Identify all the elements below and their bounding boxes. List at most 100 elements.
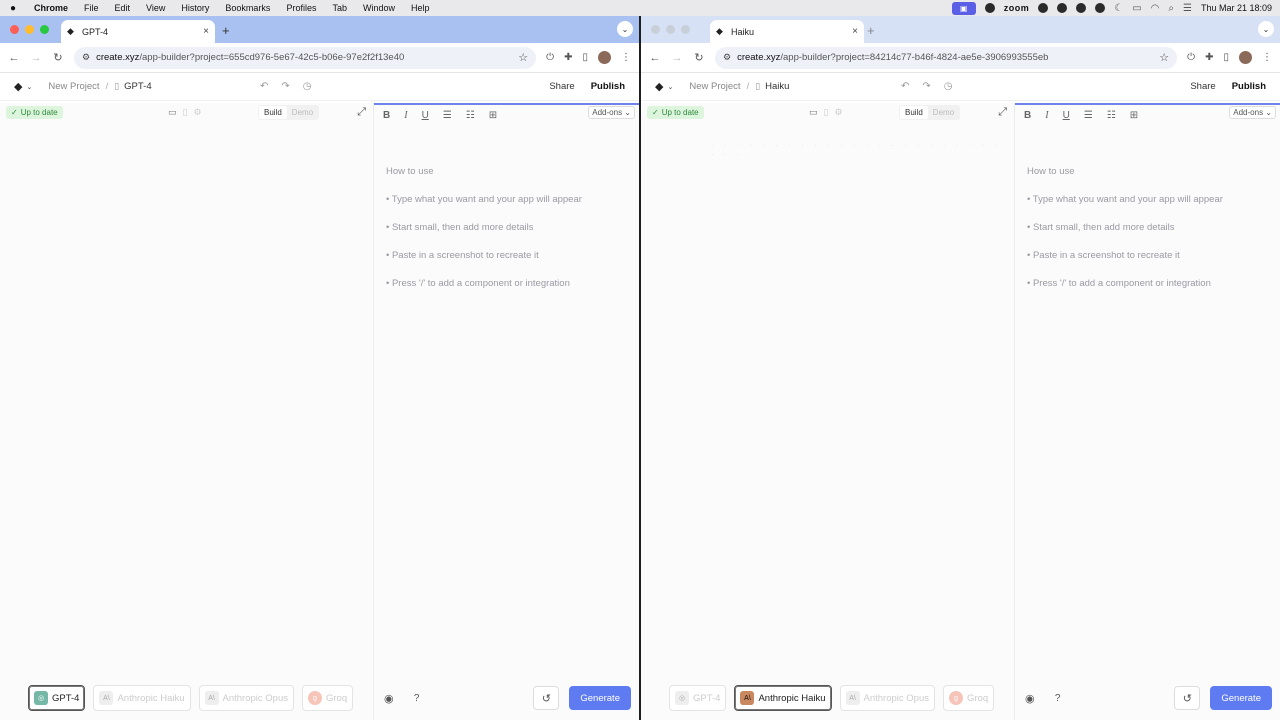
mobile-icon[interactable]: ▯ xyxy=(183,107,188,118)
status-icon-2[interactable] xyxy=(1057,3,1068,13)
addons-dropdown[interactable]: Add-ons ⌄ xyxy=(1229,106,1276,119)
browser-menu-icon[interactable]: ⋮ xyxy=(1262,52,1272,63)
discord-icon[interactable]: ◉ xyxy=(1025,692,1035,705)
model-haiku-button[interactable]: A\ Anthropic Haiku xyxy=(93,685,191,711)
history-icon[interactable]: ◷ xyxy=(944,81,953,92)
create-logo-icon[interactable]: ◆ xyxy=(655,80,663,93)
moon-icon[interactable]: ☾ xyxy=(1114,3,1123,14)
settings-icon[interactable]: ⚙ xyxy=(834,107,842,118)
tab-search-icon[interactable]: ⌄ xyxy=(1258,21,1274,37)
model-groq-button[interactable]: g Groq xyxy=(302,685,354,711)
undo-icon[interactable]: ↶ xyxy=(260,81,268,92)
browser-tab[interactable]: ◆ Haiku × xyxy=(710,20,864,43)
power-icon[interactable]: ⏻ xyxy=(1187,52,1195,63)
sidepanel-icon[interactable]: ▯ xyxy=(1223,52,1229,63)
generate-button[interactable]: Generate xyxy=(1210,686,1272,710)
undo-icon[interactable]: ↶ xyxy=(901,81,909,92)
build-tab[interactable]: Build xyxy=(259,106,287,119)
site-info-icon[interactable]: ⚙ xyxy=(82,52,90,63)
model-groq-button[interactable]: g Groq xyxy=(943,685,995,711)
maximize-window-button[interactable] xyxy=(681,25,690,34)
sidepanel-icon[interactable]: ▯ xyxy=(582,52,588,63)
new-tab-icon[interactable]: + xyxy=(867,23,875,38)
control-center-icon[interactable]: ☰ xyxy=(1183,3,1192,14)
model-gpt4-button[interactable]: ◎ GPT-4 xyxy=(28,685,86,711)
help-icon[interactable]: ? xyxy=(410,691,424,705)
tab-search-icon[interactable]: ⌄ xyxy=(617,21,633,37)
numbered-list-icon[interactable]: ☷ xyxy=(466,110,475,121)
add-image-icon[interactable]: ⊞ xyxy=(489,110,497,121)
menu-history[interactable]: History xyxy=(173,3,217,13)
share-button[interactable]: Share xyxy=(549,81,574,92)
record-icon[interactable] xyxy=(1038,3,1049,13)
revert-button[interactable]: ↺ xyxy=(533,686,560,710)
close-window-button[interactable] xyxy=(651,25,660,34)
expand-icon[interactable]: ⤢ xyxy=(998,106,1007,119)
menu-bookmarks[interactable]: Bookmarks xyxy=(217,3,278,13)
help-icon[interactable]: ? xyxy=(1051,691,1065,705)
menu-view[interactable]: View xyxy=(138,3,173,13)
italic-icon[interactable]: I xyxy=(1045,110,1048,121)
model-opus-button[interactable]: A\ Anthropic Opus xyxy=(198,685,294,711)
search-icon[interactable]: ⌕ xyxy=(1168,3,1174,14)
close-tab-icon[interactable]: × xyxy=(203,26,209,37)
prompt-editor[interactable]: B I U ☰ ☷ ⊞ Add-ons ⌄ How to use • Type … xyxy=(374,103,639,720)
chevron-down-icon[interactable]: ⌄ xyxy=(26,83,32,91)
italic-icon[interactable]: I xyxy=(404,110,407,121)
demo-tab[interactable]: Demo xyxy=(287,106,318,119)
settings-icon[interactable]: ⚙ xyxy=(193,107,201,118)
bold-icon[interactable]: B xyxy=(383,110,390,121)
apple-icon[interactable]: ● xyxy=(0,3,26,14)
build-tab[interactable]: Build xyxy=(900,106,928,119)
create-logo-icon[interactable]: ◆ xyxy=(14,80,22,93)
bold-icon[interactable]: B xyxy=(1024,110,1031,121)
bookmark-star-icon[interactable]: ☆ xyxy=(1159,51,1169,64)
menu-chrome[interactable]: Chrome xyxy=(26,3,76,13)
model-haiku-button[interactable]: A\ Anthropic Haiku xyxy=(734,685,832,711)
zoom-meeting-icon[interactable]: ▣ xyxy=(951,1,976,15)
mobile-icon[interactable]: ▯ xyxy=(824,107,829,118)
breadcrumb-current[interactable]: GPT-4 xyxy=(124,81,151,92)
status-icon-3[interactable] xyxy=(1076,3,1087,13)
profile-avatar[interactable] xyxy=(598,51,611,64)
revert-button[interactable]: ↺ xyxy=(1174,686,1201,710)
generate-button[interactable]: Generate xyxy=(569,686,631,710)
zoom-label[interactable]: zoom xyxy=(1004,3,1030,13)
url-input[interactable]: ⚙ create.xyz/app-builder?project=84214c7… xyxy=(715,46,1178,69)
share-button[interactable]: Share xyxy=(1190,81,1215,92)
menu-window[interactable]: Window xyxy=(355,3,403,13)
publish-button[interactable]: Publish xyxy=(591,81,625,92)
discord-icon[interactable]: ◉ xyxy=(384,692,394,705)
battery-icon[interactable]: ▭ xyxy=(1132,3,1141,14)
model-gpt4-button[interactable]: ◎ GPT-4 xyxy=(669,685,727,711)
underline-icon[interactable]: U xyxy=(1063,110,1070,121)
addons-dropdown[interactable]: Add-ons ⌄ xyxy=(588,106,635,119)
menu-profiles[interactable]: Profiles xyxy=(278,3,324,13)
back-icon[interactable]: ← xyxy=(649,52,661,64)
expand-icon[interactable]: ⤢ xyxy=(357,106,366,119)
model-opus-button[interactable]: A\ Anthropic Opus xyxy=(839,685,935,711)
bookmark-star-icon[interactable]: ☆ xyxy=(518,51,528,64)
breadcrumb-project[interactable]: New Project xyxy=(48,81,99,92)
bullet-list-icon[interactable]: ☰ xyxy=(443,110,452,121)
desktop-icon[interactable]: ▭ xyxy=(809,107,818,118)
bullet-list-icon[interactable]: ☰ xyxy=(1084,110,1093,121)
close-window-button[interactable] xyxy=(10,25,19,34)
breadcrumb-project[interactable]: New Project xyxy=(689,81,740,92)
reload-icon[interactable]: ↻ xyxy=(693,51,705,64)
numbered-list-icon[interactable]: ☷ xyxy=(1107,110,1116,121)
wifi-icon[interactable]: ◠ xyxy=(1151,3,1160,14)
status-icon[interactable] xyxy=(984,3,995,13)
minimize-window-button[interactable] xyxy=(25,25,34,34)
extensions-icon[interactable]: ✚ xyxy=(564,52,572,63)
desktop-icon[interactable]: ▭ xyxy=(168,107,177,118)
browser-menu-icon[interactable]: ⋮ xyxy=(621,52,631,63)
menu-edit[interactable]: Edit xyxy=(107,3,139,13)
url-input[interactable]: ⚙ create.xyz/app-builder?project=655cd97… xyxy=(74,46,537,69)
add-image-icon[interactable]: ⊞ xyxy=(1130,110,1138,121)
menubar-datetime[interactable]: Thu Mar 21 18:09 xyxy=(1201,3,1272,13)
prompt-editor[interactable]: B I U ☰ ☷ ⊞ Add-ons ⌄ How to use • Type … xyxy=(1015,103,1280,720)
status-icon-4[interactable] xyxy=(1095,3,1106,13)
reload-icon[interactable]: ↻ xyxy=(52,51,64,64)
demo-tab[interactable]: Demo xyxy=(928,106,959,119)
